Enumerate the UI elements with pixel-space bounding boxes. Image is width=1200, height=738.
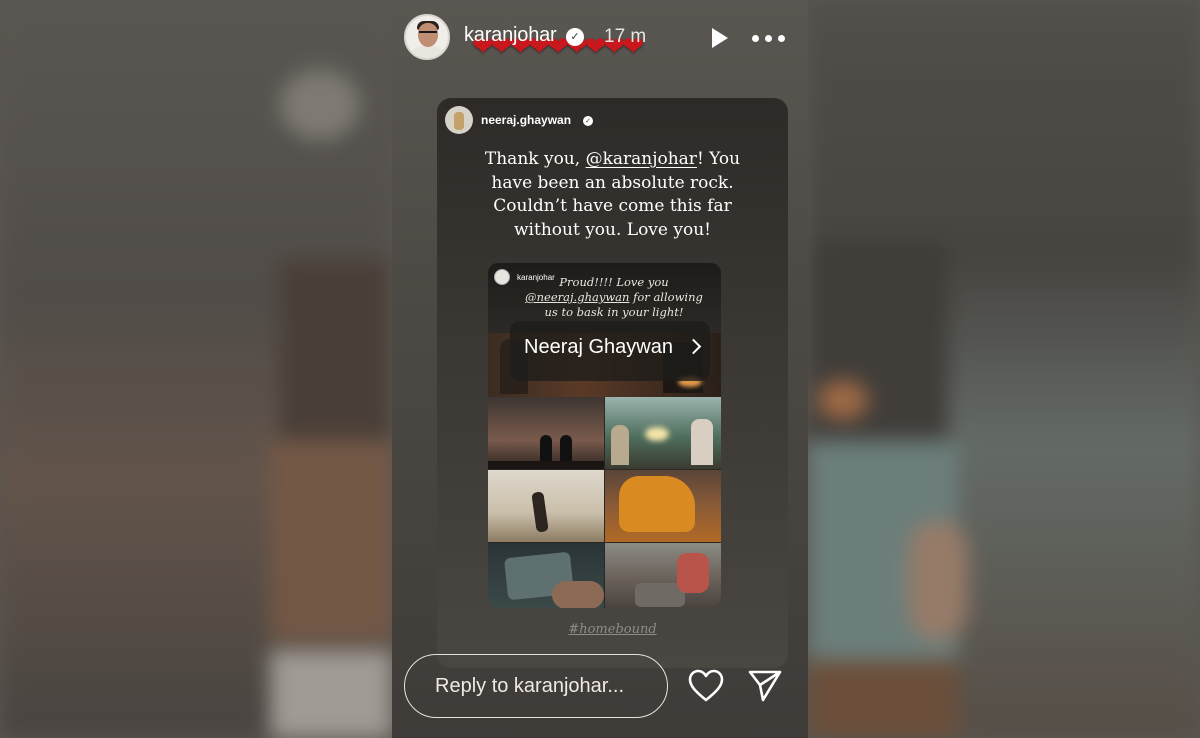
reshared-story-card[interactable]: neeraj.ghaywan ✓ Thank you, @karanjohar!… xyxy=(437,98,788,668)
mention-link[interactable]: @karanjohar xyxy=(586,149,697,169)
inner-avatar xyxy=(494,269,510,285)
like-heart-icon[interactable] xyxy=(688,669,724,703)
story-header: ❤❤❤❤❤❤❤❤❤ karanjohar ✓ 17 m xyxy=(404,14,796,62)
background-blur-left xyxy=(0,0,392,738)
play-icon[interactable] xyxy=(712,28,728,48)
reshare-author-avatar[interactable] xyxy=(445,106,473,134)
photo-tile xyxy=(605,543,721,608)
photo-tile xyxy=(605,470,721,542)
verified-badge-icon: ✓ xyxy=(566,28,584,46)
reply-input[interactable] xyxy=(405,655,667,717)
reshare-author-name[interactable]: neeraj.ghaywan xyxy=(481,113,571,127)
photo-tile xyxy=(605,397,721,469)
story-username[interactable]: karanjohar xyxy=(464,24,557,47)
inner-caption: Proud!!!! Love you @neeraj.ghaywan for a… xyxy=(525,275,703,319)
photo-tile xyxy=(488,397,604,469)
link-sticker[interactable]: Neeraj Ghaywan xyxy=(510,321,710,381)
link-sticker-label: Neeraj Ghaywan xyxy=(524,336,673,358)
chevron-right-icon xyxy=(685,338,702,355)
inner-mention: @neeraj.ghaywan xyxy=(525,290,630,304)
photo-tile xyxy=(488,470,604,542)
story-timestamp: 17 m xyxy=(604,26,647,47)
hashtag-link[interactable]: #homebound xyxy=(437,622,788,637)
verified-badge-icon: ✓ xyxy=(583,116,593,126)
more-options-icon[interactable] xyxy=(752,28,786,48)
send-icon[interactable] xyxy=(747,669,783,703)
reply-field[interactable] xyxy=(404,654,668,718)
reshare-caption: Thank you, @karanjohar! You have been an… xyxy=(484,149,741,240)
photo-tile xyxy=(488,543,604,608)
inner-story-post[interactable]: karanjohar Proud!!!! Love you @neeraj.gh… xyxy=(488,263,721,608)
avatar[interactable] xyxy=(404,14,450,60)
background-blur-right xyxy=(808,0,1200,738)
story-viewer[interactable]: ❤❤❤❤❤❤❤❤❤ karanjohar ✓ 17 m neeraj.ghayw… xyxy=(392,0,808,738)
